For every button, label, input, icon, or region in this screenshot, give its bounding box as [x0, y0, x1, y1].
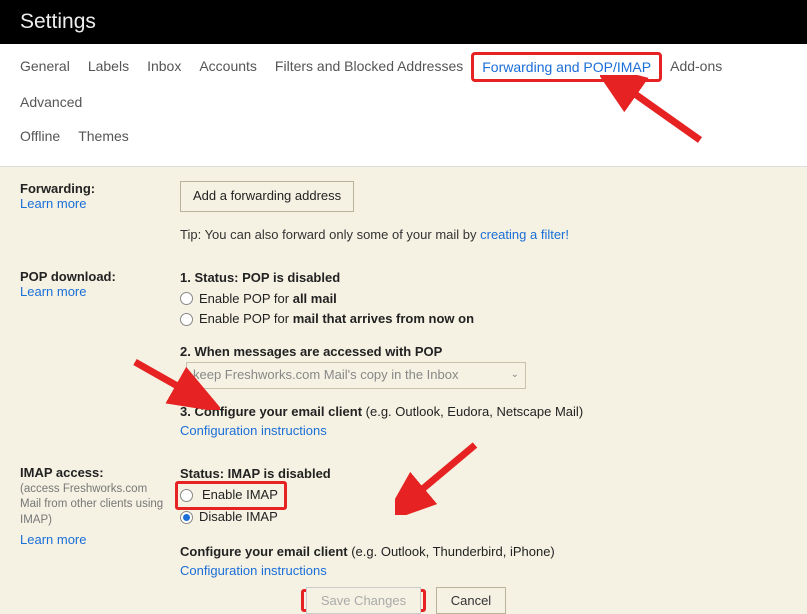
pop-status-value: POP is disabled	[242, 270, 340, 285]
pop-configure-hint: (e.g. Outlook, Eudora, Netscape Mail)	[366, 404, 584, 419]
imap-configure-row: Configure your email client (e.g. Outloo…	[180, 543, 787, 562]
annotation-highlight-tab: Forwarding and POP/IMAP	[471, 52, 662, 82]
pop-keep-copy-select[interactable]: keep Freshworks.com Mail's copy in the I…	[186, 362, 526, 389]
imap-sublabel: (access Freshworks.com Mail from other c…	[20, 482, 170, 529]
pop-label: POP download:	[20, 269, 170, 284]
radio-disable-imap[interactable]	[180, 511, 193, 524]
create-filter-link[interactable]: creating a filter!	[480, 227, 569, 242]
forwarding-label: Forwarding:	[20, 181, 170, 196]
pop-enable-all-bold: all mail	[293, 291, 337, 306]
tab-general[interactable]: General	[20, 58, 70, 76]
pop-learn-more-link[interactable]: Learn more	[20, 284, 170, 299]
tab-filters[interactable]: Filters and Blocked Addresses	[275, 58, 463, 76]
save-changes-button[interactable]: Save Changes	[306, 587, 421, 614]
chevron-down-icon: ⌄	[511, 368, 519, 383]
forwarding-tip: Tip: You can also forward only some of y…	[180, 226, 787, 245]
pop-enable-all-prefix: Enable POP for	[199, 291, 293, 306]
section-forwarding: Forwarding: Learn more Add a forwarding …	[20, 181, 787, 245]
pop-status-row: 1. Status: POP is disabled	[180, 269, 787, 288]
radio-pop-now-on[interactable]	[180, 313, 193, 326]
tab-forwarding[interactable]: Forwarding and POP/IMAP	[482, 59, 651, 75]
imap-status-value: IMAP is disabled	[228, 466, 331, 481]
tabs-bar: General Labels Inbox Accounts Filters an…	[0, 44, 807, 167]
forwarding-learn-more-link[interactable]: Learn more	[20, 196, 170, 211]
tab-themes[interactable]: Themes	[78, 128, 129, 144]
radio-pop-all[interactable]	[180, 292, 193, 305]
tab-advanced[interactable]: Advanced	[20, 94, 82, 110]
section-imap: IMAP access: (access Freshworks.com Mail…	[20, 465, 787, 581]
pop-status-prefix: 1. Status:	[180, 270, 242, 285]
tab-addons[interactable]: Add-ons	[670, 58, 722, 76]
imap-configure-hint: (e.g. Outlook, Thunderbird, iPhone)	[351, 544, 555, 559]
tab-labels[interactable]: Labels	[88, 58, 129, 76]
pop-enable-now-label: Enable POP for mail that arrives from no…	[199, 310, 474, 329]
tab-inbox[interactable]: Inbox	[147, 58, 181, 76]
enable-imap-label: Enable IMAP	[202, 487, 278, 502]
cancel-button[interactable]: Cancel	[436, 587, 506, 614]
imap-configure-prefix: Configure your email client	[180, 544, 351, 559]
pop-select-value: keep Freshworks.com Mail's copy in the I…	[193, 366, 458, 385]
page-title: Settings	[20, 10, 96, 34]
pop-configure-row: 3. Configure your email client (e.g. Out…	[180, 403, 787, 422]
disable-imap-label: Disable IMAP	[199, 508, 278, 527]
pop-when-accessed-label: 2. When messages are accessed with POP	[180, 344, 442, 359]
add-forwarding-address-button[interactable]: Add a forwarding address	[180, 181, 354, 212]
pop-enable-now-bold: mail that arrives from now on	[293, 311, 474, 326]
imap-learn-more-link[interactable]: Learn more	[20, 532, 170, 547]
annotation-highlight-save: Save Changes	[301, 589, 426, 612]
pop-enable-all-label: Enable POP for all mail	[199, 290, 337, 309]
save-row: Save Changes Cancel	[20, 589, 787, 612]
forwarding-tip-text: Tip: You can also forward only some of y…	[180, 227, 480, 242]
imap-config-instructions-link[interactable]: Configuration instructions	[180, 562, 787, 581]
imap-status-prefix: Status:	[180, 466, 228, 481]
content-area: Forwarding: Learn more Add a forwarding …	[0, 167, 807, 612]
pop-configure-prefix: 3. Configure your email client	[180, 404, 366, 419]
pop-enable-now-prefix: Enable POP for	[199, 311, 293, 326]
tab-accounts[interactable]: Accounts	[199, 58, 257, 76]
tab-offline[interactable]: Offline	[20, 128, 60, 144]
annotation-highlight-enable-imap: Enable IMAP	[175, 481, 287, 510]
section-pop: POP download: Learn more 1. Status: POP …	[20, 269, 787, 441]
pop-config-instructions-link[interactable]: Configuration instructions	[180, 422, 787, 441]
header-bar: Settings	[0, 0, 807, 44]
pop-when-accessed-row: 2. When messages are accessed with POP k…	[180, 343, 787, 389]
imap-label: IMAP access:	[20, 465, 170, 480]
